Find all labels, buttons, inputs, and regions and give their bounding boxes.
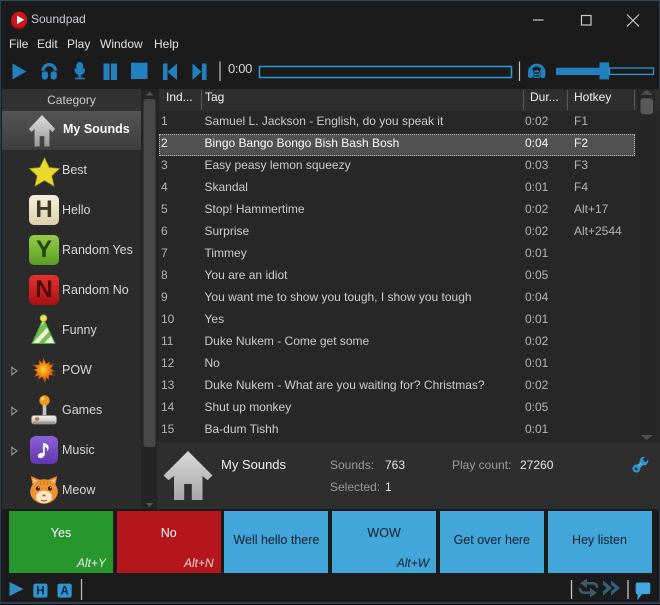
svg-text:H: H xyxy=(36,586,44,598)
svg-text:A: A xyxy=(60,586,68,598)
